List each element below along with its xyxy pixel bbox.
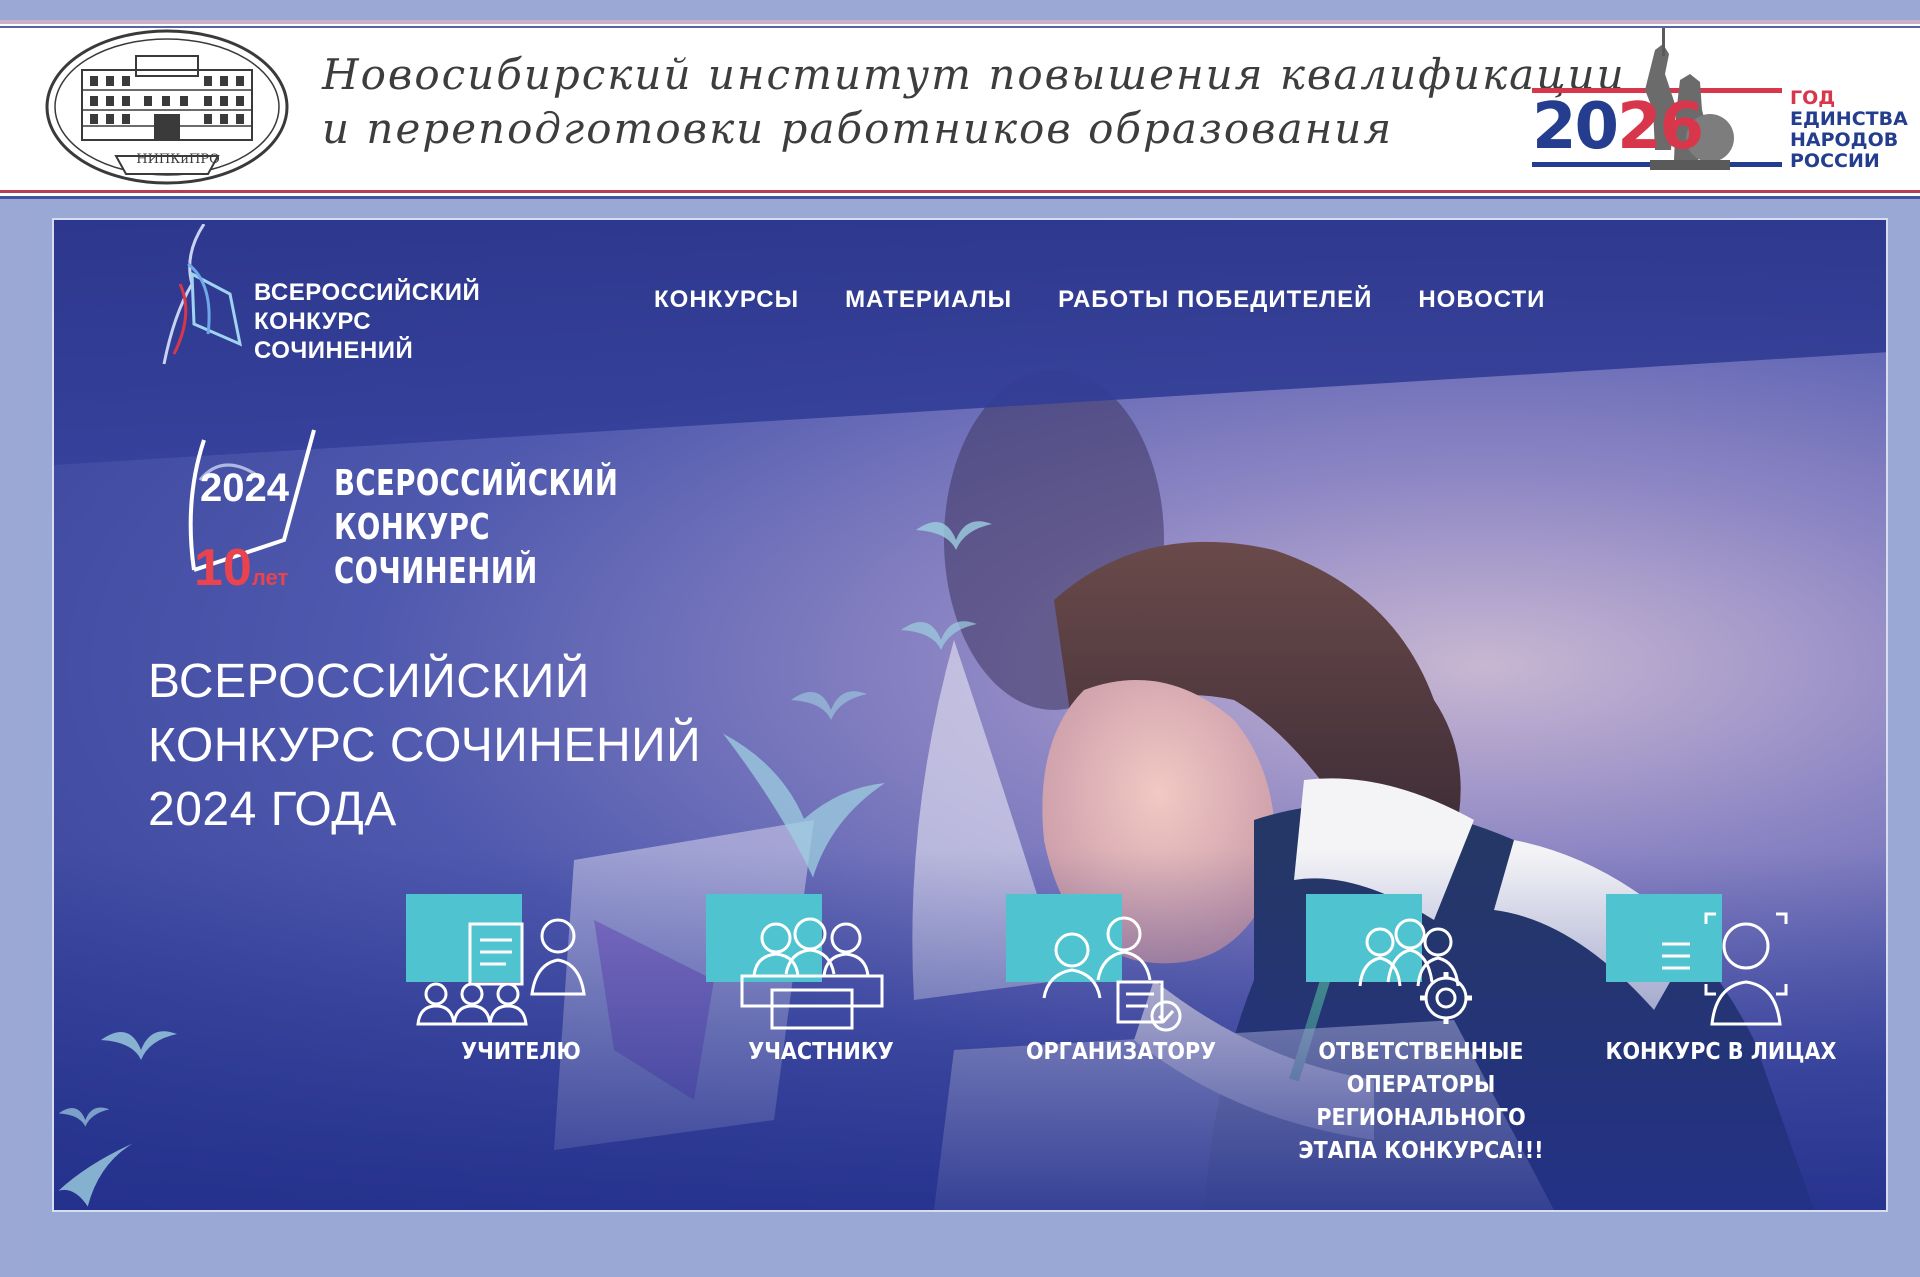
seal-label: НИПКиПРО	[136, 152, 220, 167]
year-prefix: 20	[1532, 90, 1619, 164]
anniversary-line: КОНКУРС	[334, 507, 491, 548]
card-label: УЧИТЕЛЮ	[461, 1039, 581, 1065]
operators-icon	[1358, 918, 1472, 1024]
year-accent: 26	[1617, 90, 1704, 164]
headline-line: 2024 ГОДА	[148, 783, 397, 836]
card-teacher[interactable]: УЧИТЕЛЮ	[406, 894, 636, 1184]
card-label: КОНКУРС В ЛИЦАХ	[1605, 1039, 1837, 1065]
participant-icon	[740, 917, 884, 1030]
card-label: ОТВЕТСТВЕННЫЕ ОПЕРАТОРЫ РЕГИОНАЛЬНОГО ЭТ…	[1266, 1036, 1576, 1168]
seagull-icon	[901, 621, 977, 650]
brand-name[interactable]: ВСЕРОССИЙСКИЙ КОНКУРС СОЧИНЕНИЙ	[254, 278, 480, 365]
nav-news[interactable]: НОВОСТИ	[1418, 286, 1545, 314]
card-organizer[interactable]: ОРГАНИЗАТОРУ	[1006, 894, 1236, 1184]
anniversary-ten-years: 10лет	[194, 542, 288, 604]
nav-winners-works[interactable]: РАБОТЫ ПОБЕДИТЕЛЕЙ	[1058, 286, 1372, 314]
banner-headline: ВСЕРОССИЙСКИЙ КОНКУРС СОЧИНЕНИЙ 2024 ГОД…	[148, 650, 701, 842]
card-participant[interactable]: УЧАСТНИКУ	[706, 894, 936, 1184]
main-nav: КОНКУРСЫ МАТЕРИАЛЫ РАБОТЫ ПОБЕДИТЕЛЕЙ НО…	[654, 286, 1545, 314]
card-label-line: ЭТАПА КОНКУРСА!!!	[1298, 1138, 1544, 1164]
card-contest-faces[interactable]: КОНКУРС В ЛИЦАХ	[1606, 894, 1836, 1184]
card-label-line: ОПЕРАТОРЫ	[1346, 1072, 1496, 1098]
card-label: УЧАСТНИКУ	[748, 1039, 894, 1065]
ten-let: лет	[251, 565, 289, 590]
organizer-icon	[1042, 916, 1182, 1032]
institute-name-line2: и переподготовки работников образования	[322, 104, 1394, 153]
seagull-icon	[723, 733, 885, 878]
site-header: НИПКиПРО Новосибирский институт повышени…	[0, 20, 1920, 199]
anniversary-line: ВСЕРОССИЙСКИЙ	[334, 463, 619, 504]
institute-name: Новосибирский институт повышения квалифи…	[322, 48, 1626, 156]
year-text-line: ЕДИНСТВА	[1790, 108, 1908, 130]
card-label-line: ОТВЕТСТВЕННЫЕ	[1318, 1039, 1524, 1065]
brand-line: СОЧИНЕНИЙ	[254, 337, 414, 364]
seagull-icon	[101, 1031, 177, 1060]
year-text-line: НАРОДОВ	[1790, 129, 1899, 151]
year-2026: 2026	[1532, 95, 1704, 159]
contest-banner[interactable]: ВСЕРОССИЙСКИЙ КОНКУРС СОЧИНЕНИЙ КОНКУРСЫ…	[52, 218, 1888, 1212]
brand-line: ВСЕРОССИЙСКИЙ	[254, 279, 481, 306]
card-label: ОРГАНИЗАТОРУ	[1025, 1039, 1217, 1065]
seagull-icon	[58, 1107, 110, 1127]
anniversary-line: СОЧИНЕНИЙ	[334, 551, 538, 592]
header-bottom-line-blue	[0, 196, 1920, 199]
card-label-line: РЕГИОНАЛЬНОГО	[1316, 1105, 1526, 1131]
ten-number: 10	[194, 539, 252, 597]
year-text-line: ГОД	[1790, 87, 1836, 109]
header-bottom-line-red	[0, 190, 1920, 193]
brand-line: КОНКУРС	[254, 308, 372, 335]
anniversary-year: 2024	[200, 466, 289, 510]
headline-line: КОНКУРС СОЧИНЕНИЙ	[148, 719, 702, 772]
anniversary-title: ВСЕРОССИЙСКИЙ КОНКУРС СОЧИНЕНИЙ	[334, 462, 618, 594]
card-regional-operators[interactable]: ОТВЕТСТВЕННЫЕ ОПЕРАТОРЫ РЕГИОНАЛЬНОГО ЭТ…	[1298, 894, 1544, 1184]
nav-materials[interactable]: МАТЕРИАЛЫ	[845, 286, 1012, 314]
seagull-icon	[916, 521, 992, 550]
nav-contests[interactable]: КОНКУРСЫ	[654, 286, 799, 314]
year-text-line: РОССИИ	[1790, 150, 1880, 172]
seagull-icon	[58, 1143, 133, 1207]
institute-name-line1: Новосибирский институт повышения квалифи…	[322, 50, 1626, 99]
year-of-unity-text: ГОД ЕДИНСТВА НАРОДОВ РОССИИ	[1790, 88, 1908, 172]
faces-icon	[1662, 912, 1788, 1026]
teacher-icon	[416, 918, 586, 1026]
headline-line: ВСЕРОССИЙСКИЙ	[148, 655, 590, 708]
